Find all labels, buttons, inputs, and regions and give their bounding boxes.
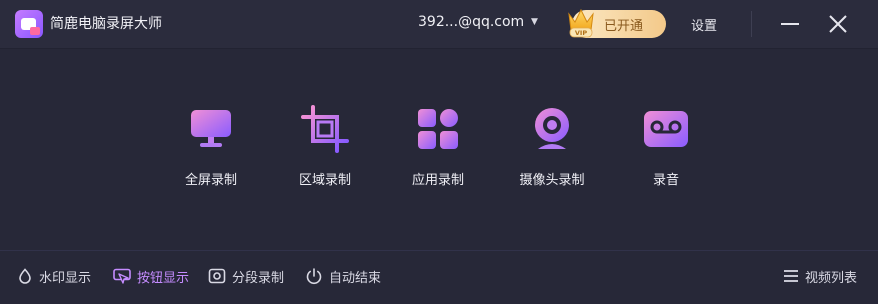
account-email[interactable]: 392...@qq.com <box>418 14 524 30</box>
segment-record-toggle[interactable]: 分段录制 <box>208 265 284 287</box>
close-icon[interactable] <box>824 10 852 38</box>
tool-label: 录音 <box>652 173 679 188</box>
watermark-label: 水印显示 <box>39 270 92 286</box>
crop-icon <box>301 105 349 153</box>
vip-status-label: 已开通 <box>604 19 644 34</box>
button-display-toggle[interactable]: 按钮显示 <box>113 265 189 287</box>
tool-audio-record[interactable]: 录音 <box>620 105 712 188</box>
app-title: 简鹿电脑录屏大师 <box>50 16 162 32</box>
chevron-down-icon[interactable]: ▼ <box>531 17 538 27</box>
water-drop-icon <box>19 268 31 284</box>
camera-segment-icon <box>208 268 226 284</box>
title-bar: 简鹿电脑录屏大师 392...@qq.com ▼ VIP 已开通 设置 <box>0 0 878 49</box>
video-list-button[interactable]: 视频列表 <box>783 265 857 287</box>
power-icon <box>306 268 322 285</box>
webcam-icon <box>535 108 569 149</box>
settings-button[interactable]: 设置 <box>691 15 717 34</box>
tool-app-record[interactable]: 应用录制 <box>392 105 484 188</box>
footer-bar: 水印显示 按钮显示 分段录制 自动结束 视频列表 <box>0 250 878 304</box>
auto-stop-toggle[interactable]: 自动结束 <box>305 265 381 287</box>
cassette-icon <box>644 111 688 147</box>
recording-modes: 全屏录制 区域录制 应用录制 摄像头录制 录音 <box>0 49 878 249</box>
app-logo <box>15 10 43 38</box>
monitor-icon <box>191 110 231 147</box>
tool-region-record[interactable]: 区域录制 <box>279 105 371 188</box>
tool-label: 全屏录制 <box>184 173 237 188</box>
watermark-toggle[interactable]: 水印显示 <box>17 265 91 287</box>
auto-stop-label: 自动结束 <box>329 270 382 286</box>
tool-webcam-record[interactable]: 摄像头录制 <box>506 105 598 188</box>
apps-grid-icon <box>418 109 458 149</box>
title-divider <box>751 11 752 37</box>
minimize-icon[interactable] <box>776 10 804 38</box>
tool-label: 应用录制 <box>411 173 464 188</box>
vip-badge-text: VIP <box>575 29 587 37</box>
vip-crown-icon: VIP <box>568 8 594 38</box>
mouse-click-icon <box>113 268 131 284</box>
list-icon <box>784 270 798 282</box>
button-display-label: 按钮显示 <box>137 270 190 286</box>
tool-label: 区域录制 <box>298 173 351 188</box>
segment-record-label: 分段录制 <box>232 270 285 286</box>
video-list-label: 视频列表 <box>805 270 858 286</box>
tool-fullscreen-record[interactable]: 全屏录制 <box>165 105 257 188</box>
tool-label: 摄像头录制 <box>519 173 585 188</box>
